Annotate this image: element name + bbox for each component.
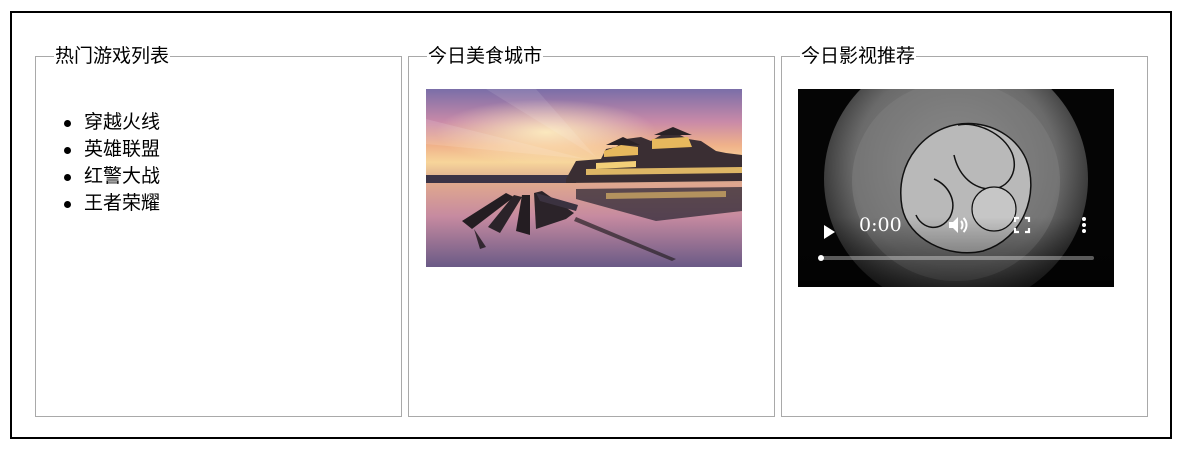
video-progress-thumb[interactable] [818, 255, 824, 261]
video-progress-track[interactable] [818, 255, 1094, 261]
food-city-panel: 今日美食城市 [408, 45, 775, 417]
more-options-button[interactable] [1081, 216, 1087, 238]
food-city-panel-title: 今日美食城市 [428, 45, 543, 67]
movie-panel-title: 今日影视推荐 [801, 45, 916, 67]
play-button[interactable] [822, 224, 836, 244]
city-photo-image [426, 89, 742, 267]
fullscreen-button[interactable] [1013, 216, 1031, 238]
video-time: 0:00 [859, 214, 902, 236]
list-item: 穿越火线 [63, 109, 160, 136]
page-container: 热门游戏列表 穿越火线 英雄联盟 红警大战 王者荣耀 今日美食城市 今日影视推荐… [10, 11, 1172, 439]
video-player[interactable]: 0:00 [798, 89, 1114, 287]
more-vertical-icon [1082, 217, 1086, 233]
city-photo [426, 89, 742, 267]
movie-panel: 今日影视推荐 0:00 [781, 45, 1148, 417]
play-icon [824, 225, 835, 239]
games-list: 穿越火线 英雄联盟 红警大战 王者荣耀 [63, 109, 160, 217]
list-item: 英雄联盟 [63, 136, 160, 163]
games-panel-title: 热门游戏列表 [55, 45, 170, 67]
list-item: 王者荣耀 [63, 190, 160, 217]
list-item: 红警大战 [63, 163, 160, 190]
fullscreen-icon [1013, 216, 1031, 234]
volume-button[interactable] [948, 215, 970, 239]
volume-icon [949, 217, 968, 233]
games-panel: 热门游戏列表 穿越火线 英雄联盟 红警大战 王者荣耀 [35, 45, 402, 417]
